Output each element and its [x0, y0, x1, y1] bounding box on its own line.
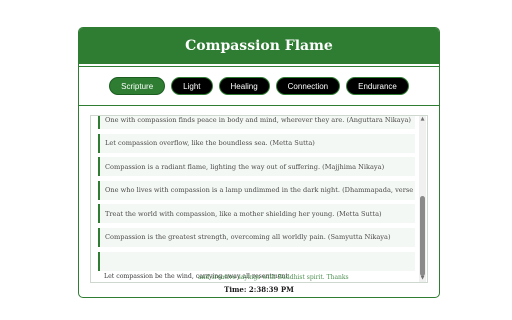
- app-title: Compassion Flame: [185, 38, 333, 54]
- list-item: Treat the world with compassion, like a …: [98, 204, 415, 224]
- scrollbar-thumb[interactable]: [420, 196, 425, 276]
- ticker-text: and creative sayings with Buddhist spiri…: [103, 274, 425, 281]
- tab-bar: Scripture Light Healing Connection Endur…: [79, 66, 439, 106]
- tab-endurance[interactable]: Endurance: [346, 77, 409, 95]
- tab-scripture[interactable]: Scripture: [109, 77, 166, 95]
- list-item: Compassion is a radiant flame, lighting …: [98, 157, 415, 177]
- ticker-label: and creative sayings with Buddhist spiri…: [198, 274, 349, 281]
- tab-light[interactable]: Light: [171, 77, 213, 95]
- scrollbar[interactable]: ▲ ▼: [419, 116, 426, 282]
- time-display: Time: 2:38:39 PM: [224, 285, 294, 294]
- list-item: Let compassion overflow, like the boundl…: [98, 133, 415, 153]
- tab-connection[interactable]: Connection: [275, 77, 341, 95]
- quote-scroll-area[interactable]: One with compassion finds peace in body …: [90, 115, 428, 283]
- list-item-partial: [98, 251, 415, 271]
- scroll-up-icon[interactable]: ▲: [419, 116, 426, 123]
- header: Compassion Flame: [79, 28, 439, 64]
- list-item: One who lives with compassion is a lamp …: [98, 180, 415, 200]
- compassion-flame-card: Compassion Flame Scripture Light Healing…: [78, 27, 440, 298]
- quote-list: One with compassion finds peace in body …: [98, 116, 415, 275]
- list-item: One with compassion finds peace in body …: [98, 116, 415, 129]
- list-item: Compassion is the greatest strength, ove…: [98, 227, 415, 247]
- tab-healing[interactable]: Healing: [218, 77, 270, 95]
